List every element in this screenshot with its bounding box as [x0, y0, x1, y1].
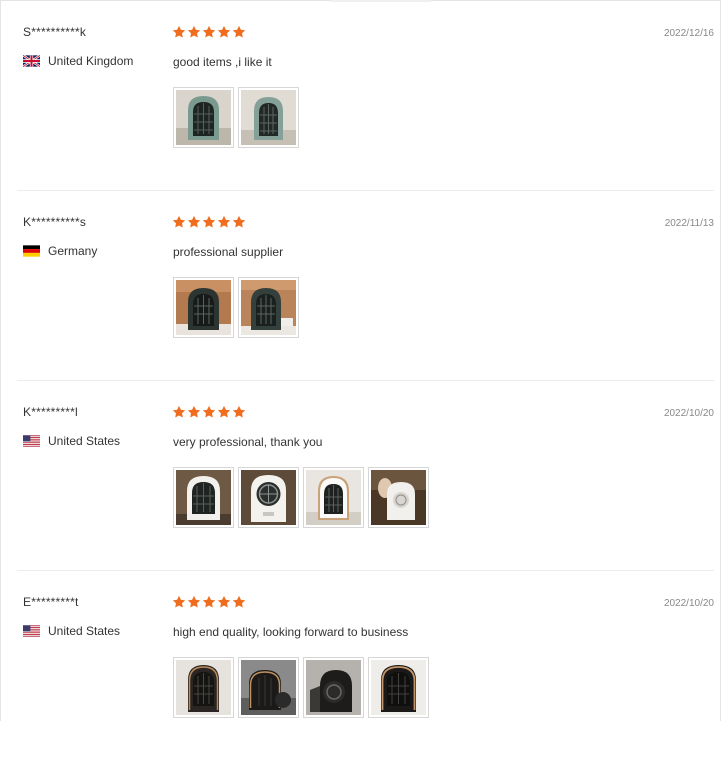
star-icon — [187, 405, 201, 418]
review-photo-thumbnail[interactable] — [238, 277, 299, 338]
star-icon — [202, 25, 216, 38]
review-item: S**********k United Kingdom 2022/12/16 g… — [17, 1, 714, 191]
review-date: 2022/10/20 — [663, 408, 714, 419]
review-photo-thumbnail[interactable] — [173, 467, 234, 528]
star-icon — [217, 25, 231, 38]
rating-stars — [172, 595, 246, 609]
review-comment: very professional, thank you — [173, 435, 323, 449]
us-flag-icon — [23, 435, 40, 447]
review-photo-thumbnail[interactable] — [238, 657, 299, 718]
country-name: United Kingdom — [48, 54, 134, 68]
star-icon — [232, 215, 246, 228]
reviewer-name: E*********t — [23, 595, 79, 609]
rating-stars — [172, 405, 246, 419]
star-icon — [187, 595, 201, 608]
review-photos — [173, 277, 299, 338]
country-name: United States — [48, 624, 121, 638]
star-icon — [187, 25, 201, 38]
rating-stars — [172, 25, 246, 39]
review-photo-thumbnail[interactable] — [238, 87, 299, 148]
star-icon — [172, 405, 186, 418]
review-date: 2022/11/13 — [664, 218, 714, 229]
star-icon — [202, 405, 216, 418]
star-icon — [232, 25, 246, 38]
reviews-panel: S**********k United Kingdom 2022/12/16 g… — [0, 0, 721, 721]
review-photo-thumbnail[interactable] — [173, 87, 234, 148]
review-item: E*********t United States 2022/10/20 hig… — [17, 571, 714, 760]
star-icon — [202, 595, 216, 608]
rating-stars — [172, 215, 246, 229]
star-icon — [217, 215, 231, 228]
review-photo-thumbnail[interactable] — [368, 467, 429, 528]
review-photo-thumbnail[interactable] — [303, 467, 364, 528]
review-comment: good items ,i like it — [173, 55, 272, 69]
review-item: K**********s Germany 2022/11/13 professi… — [17, 191, 714, 381]
star-icon — [172, 215, 186, 228]
review-photo-thumbnail[interactable] — [368, 657, 429, 718]
star-icon — [217, 405, 231, 418]
reviewer-country: United States — [23, 434, 120, 448]
star-icon — [187, 215, 201, 228]
us-flag-icon — [23, 625, 40, 637]
review-photo-thumbnail[interactable] — [173, 277, 234, 338]
review-comment: professional supplier — [173, 245, 284, 259]
uk-flag-icon — [23, 55, 40, 67]
review-comment: high end quality, looking forward to bus… — [173, 625, 409, 639]
star-icon — [172, 595, 186, 608]
review-photos — [173, 657, 429, 718]
star-icon — [202, 215, 216, 228]
star-icon — [172, 25, 186, 38]
review-photos — [173, 467, 429, 528]
reviewer-country: United States — [23, 624, 120, 638]
review-item: K*********l United States 2022/10/20 ver… — [17, 381, 714, 571]
reviewer-name: K*********l — [23, 405, 78, 419]
reviewer-country: United Kingdom — [23, 54, 133, 68]
review-photo-thumbnail[interactable] — [173, 657, 234, 718]
review-photos — [173, 87, 299, 148]
star-icon — [232, 405, 246, 418]
country-name: Germany — [48, 244, 98, 258]
star-icon — [217, 595, 231, 608]
germany-flag-icon — [23, 245, 40, 257]
reviewer-name: K**********s — [23, 215, 87, 229]
star-icon — [232, 595, 246, 608]
review-date: 2022/12/16 — [663, 28, 714, 39]
review-date: 2022/10/20 — [663, 598, 714, 609]
reviewer-country: Germany — [23, 244, 97, 258]
review-photo-thumbnail[interactable] — [238, 467, 299, 528]
country-name: United States — [48, 434, 121, 448]
reviewer-name: S**********k — [23, 25, 87, 39]
review-photo-thumbnail[interactable] — [303, 657, 364, 718]
